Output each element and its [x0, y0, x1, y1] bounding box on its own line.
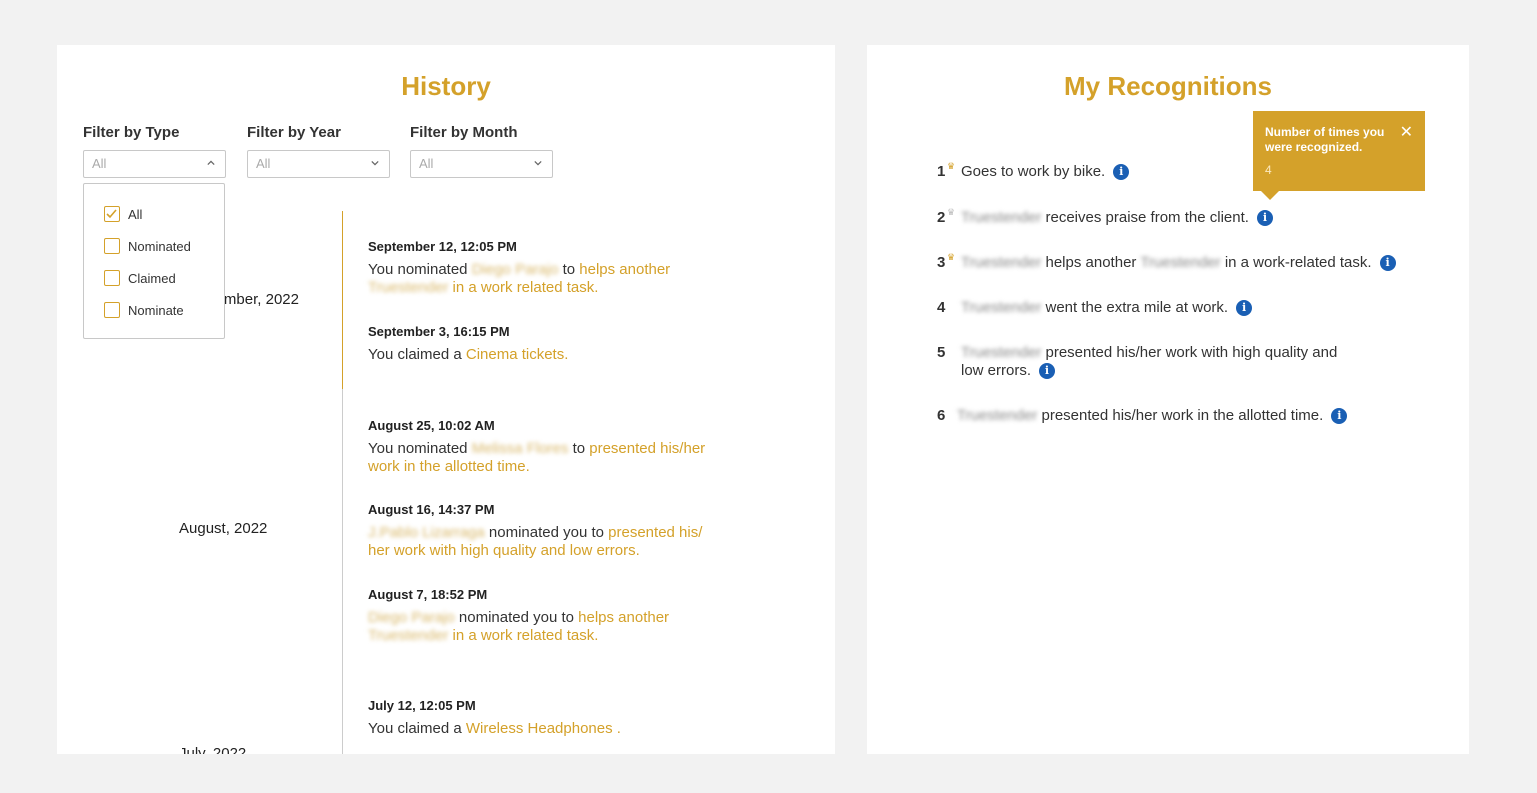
chevron-up-icon [207, 160, 215, 166]
medal-icon: ♛ [947, 252, 956, 262]
entry-date: September 3, 16:15 PM [368, 324, 510, 339]
person-name: Truestender [368, 279, 449, 296]
recognition-text: went the extra mile at work. [1045, 299, 1229, 316]
filter-month-label: Filter by Month [410, 124, 518, 141]
person-name: Truestender [961, 344, 1042, 361]
entry-prefix: You nominated [368, 440, 468, 457]
person-name: Truestender [961, 209, 1042, 226]
checkbox[interactable] [104, 270, 120, 286]
history-entry: September 12, 12:05 PM You nominated Die… [368, 239, 728, 297]
filter-month-value: All [419, 156, 434, 171]
recognition-text-2: in a work-related task. [1224, 254, 1372, 271]
person-name: Diego Parajo [471, 261, 559, 278]
info-icon[interactable]: i [1256, 210, 1273, 227]
recognition-link[interactable]: presented his/her [589, 440, 705, 457]
history-title: History [401, 71, 491, 101]
entry-mid: to [562, 261, 576, 278]
recognition-text: receives praise from the client. [1045, 209, 1249, 226]
entry-prefix: You claimed a [368, 720, 462, 737]
recognition-link[interactable]: helps another [579, 261, 670, 278]
entry-date: August 7, 18:52 PM [368, 587, 488, 602]
entry-prefix: You claimed a [368, 346, 462, 363]
entry-mid: nominated you to [458, 609, 574, 626]
option-label: All [128, 207, 143, 222]
person-name: Truestender [1140, 254, 1221, 271]
info-icon[interactable]: i [1331, 408, 1348, 425]
info-icon[interactable]: i [1379, 255, 1396, 272]
filter-month-select[interactable]: All [410, 150, 553, 178]
entry-mid: nominated you to [488, 524, 604, 541]
filter-year-select[interactable]: All [247, 150, 390, 178]
recognition-number: 2 [937, 209, 946, 226]
recognition-link[interactable]: her work with high quality and low error… [368, 542, 640, 559]
option-label: Nominated [128, 239, 191, 254]
entry-mid: to [572, 440, 586, 457]
history-entry: August 25, 10:02 AM You nominated Meliss… [368, 418, 728, 476]
person-name: Diego Parajo [368, 609, 455, 626]
person-name: Melissa Flores [471, 440, 569, 457]
filter-type-dropdown: All Nominated Claimed Nominate [83, 183, 225, 339]
tooltip-arrow [1261, 191, 1279, 200]
person-name: Truestender [957, 407, 1038, 424]
recognition-link[interactable]: in a work related task. [453, 279, 599, 296]
checkbox[interactable] [104, 206, 120, 222]
person-name: Truestender [368, 627, 449, 644]
recognition-text: presented his/her work with high quality… [1045, 344, 1338, 361]
checkbox[interactable] [104, 238, 120, 254]
check-icon [106, 209, 117, 219]
history-entry: August 16, 14:37 PM J.Pablo Lizarraga no… [368, 502, 728, 560]
history-entry: July 12, 12:05 PM You claimed a Wireless… [368, 698, 728, 738]
option-label: Claimed [128, 271, 176, 286]
filter-type-select[interactable]: All [83, 150, 226, 178]
info-icon[interactable]: i [1113, 164, 1130, 181]
entry-date: August 16, 14:37 PM [368, 502, 495, 517]
chevron-down-icon [371, 160, 379, 166]
timeline-accent [342, 211, 343, 389]
medal-icon: ♛ [947, 161, 956, 171]
chevron-down-icon [534, 160, 542, 166]
person-name: Truestender [961, 299, 1042, 316]
month-label-august: August, 2022 [179, 520, 268, 537]
history-panel: History Filter by Type Filter by Year Fi… [57, 45, 835, 754]
person-name: Truestender [961, 254, 1042, 271]
checkbox[interactable] [104, 302, 120, 318]
recognition-text-2: low errors. [961, 362, 1032, 379]
history-entry: August 7, 18:52 PM Diego Parajo nominate… [368, 587, 728, 645]
reward-link[interactable]: Cinema tickets. [466, 346, 569, 363]
month-label-july: July, 2022 [179, 745, 247, 754]
close-icon[interactable]: ✕ [1400, 125, 1413, 141]
person-name: J.Pablo Lizarraga [368, 524, 485, 541]
recognition-text: Goes to work by bike. [961, 163, 1106, 180]
recognition-number: 1 [937, 163, 946, 180]
recognition-link[interactable]: helps another [578, 609, 669, 626]
info-icon[interactable]: i [1039, 363, 1056, 380]
option-label: Nominate [128, 303, 184, 318]
entry-prefix: You nominated [368, 261, 468, 278]
recognition-number: 6 [937, 407, 946, 424]
recognition-link[interactable]: presented his/ [608, 524, 702, 541]
medal-icon: ♛ [947, 207, 956, 217]
recognition-number: 3 [937, 254, 946, 271]
filter-type-value: All [92, 156, 107, 171]
tooltip-title: Number of times you were recognized. [1265, 125, 1385, 154]
recognition-link[interactable]: work in the allotted time. [368, 458, 530, 475]
recognition-text: presented his/her work in the allotted t… [1041, 407, 1324, 424]
recognition-link[interactable]: in a work related task. [453, 627, 599, 644]
filter-year-label: Filter by Year [247, 124, 341, 141]
recognitions-panel: My Recognitions Number of times you were… [867, 45, 1469, 754]
recognition-number: 5 [937, 344, 946, 361]
filter-type-label: Filter by Type [83, 124, 180, 141]
recognition-number: 4 [937, 299, 946, 316]
filter-year-value: All [256, 156, 271, 171]
entry-date: September 12, 12:05 PM [368, 239, 517, 254]
entry-date: July 12, 12:05 PM [368, 698, 476, 713]
reward-link[interactable]: Wireless Headphones . [466, 720, 621, 737]
info-icon[interactable]: i [1236, 300, 1253, 317]
entry-date: August 25, 10:02 AM [368, 418, 495, 433]
history-entry: September 3, 16:15 PM You claimed a Cine… [368, 324, 728, 364]
recognition-text: helps another [1045, 254, 1137, 271]
recognitions-title: My Recognitions [1063, 71, 1272, 101]
